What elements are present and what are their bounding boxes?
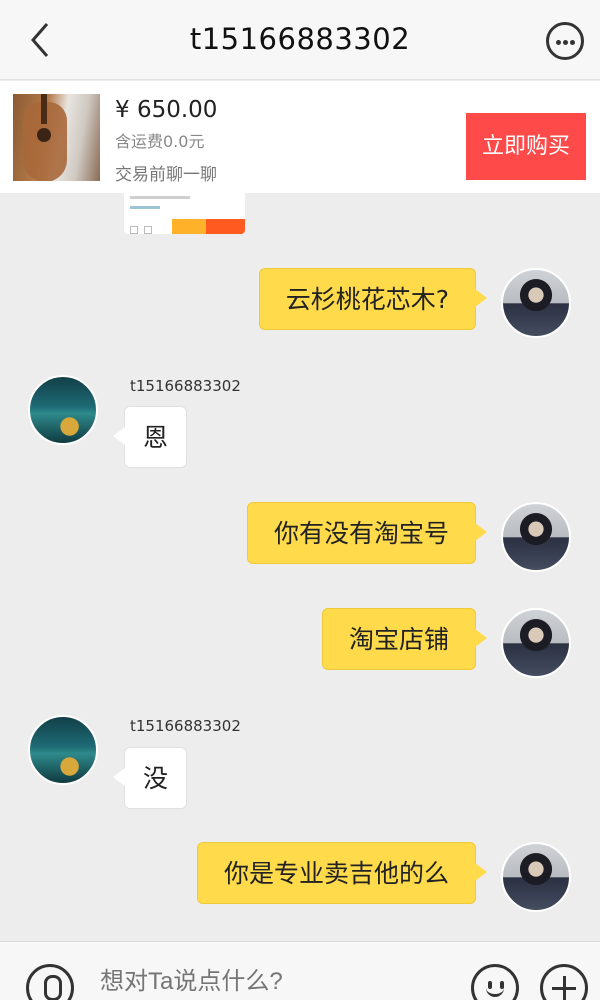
buy-now-button[interactable]: 立即购买 (466, 113, 586, 180)
shipping-fee: 含运费0.0元 (115, 132, 205, 151)
message-bubble-outgoing[interactable]: 你有没有淘宝号 (246, 502, 488, 564)
more-dots-icon (556, 40, 561, 45)
message-bubble-outgoing[interactable]: 淘宝店铺 (321, 608, 488, 670)
avatar-seller[interactable] (28, 715, 98, 785)
shared-screenshot-image[interactable] (124, 193, 245, 234)
avatar-seller[interactable] (28, 375, 98, 445)
avatar-self[interactable] (501, 268, 571, 338)
plus-icon[interactable] (540, 964, 588, 1000)
sender-name: t15166883302 (130, 717, 241, 735)
message-input-bar (0, 941, 600, 1000)
product-price: ¥ 650.00 (115, 97, 218, 123)
message-input[interactable] (100, 968, 440, 996)
microphone-icon[interactable] (26, 964, 74, 1000)
message-bubble-outgoing[interactable]: 你是专业卖吉他的么 (196, 842, 488, 904)
smiley-icon[interactable] (471, 964, 519, 1000)
avatar-self[interactable] (501, 842, 571, 912)
message-bubble-outgoing[interactable]: 云杉桃花芯木? (258, 268, 488, 330)
sender-name: t15166883302 (130, 377, 241, 395)
chat-hint: 交易前聊一聊 (115, 165, 217, 185)
top-nav-bar: t15166883302 (0, 0, 600, 80)
more-button[interactable] (546, 22, 584, 60)
avatar-self[interactable] (501, 608, 571, 678)
page-title: t15166883302 (189, 22, 411, 56)
product-thumbnail[interactable] (13, 94, 100, 181)
avatar-self[interactable] (501, 502, 571, 572)
message-bubble-incoming[interactable]: 恩 (112, 406, 188, 468)
message-bubble-incoming[interactable]: 没 (112, 747, 188, 809)
